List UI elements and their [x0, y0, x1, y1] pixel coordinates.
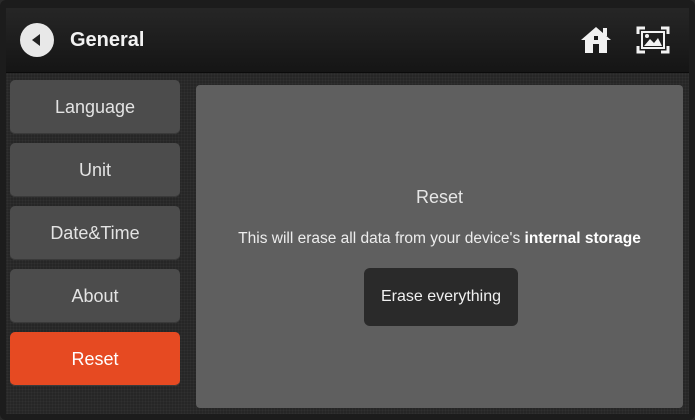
- sidebar-item-label: Date&Time: [50, 222, 140, 243]
- description-text: This will erase all data from your devic…: [238, 230, 525, 247]
- sidebar-item-label: Unit: [78, 159, 111, 180]
- description-bold-text: internal storage: [524, 230, 641, 247]
- app-window: General Language Unit Date&Time About Re…: [0, 0, 695, 420]
- sidebar-item-date-time[interactable]: Date&Time: [10, 206, 180, 260]
- content-area: Language Unit Date&Time About Reset Rese…: [6, 73, 689, 414]
- reset-panel: Reset This will erase all data from your…: [196, 85, 683, 408]
- sidebar-item-label: Language: [54, 96, 136, 117]
- erase-button-label: Erase everything: [380, 288, 502, 305]
- back-arrow-icon: [32, 34, 40, 46]
- sidebar-item-label: Reset: [71, 348, 119, 369]
- top-bar: General: [6, 8, 689, 73]
- screenshot-icon[interactable]: [635, 25, 671, 55]
- sidebar-item-label: About: [71, 285, 119, 306]
- sidebar-item-about[interactable]: About: [10, 269, 180, 323]
- top-icons: [579, 25, 671, 55]
- back-button[interactable]: [20, 23, 54, 57]
- erase-everything-button[interactable]: Erase everything: [364, 268, 518, 326]
- panel-title: Reset: [415, 187, 464, 207]
- home-icon[interactable]: [579, 25, 613, 55]
- panel-description: This will erase all data from your devic…: [196, 230, 683, 248]
- sidebar-item-language[interactable]: Language: [10, 80, 180, 134]
- sidebar-item-unit[interactable]: Unit: [10, 143, 180, 197]
- page-title: General: [70, 28, 145, 51]
- sidebar-item-reset[interactable]: Reset: [10, 332, 180, 386]
- sidebar: Language Unit Date&Time About Reset: [10, 80, 182, 395]
